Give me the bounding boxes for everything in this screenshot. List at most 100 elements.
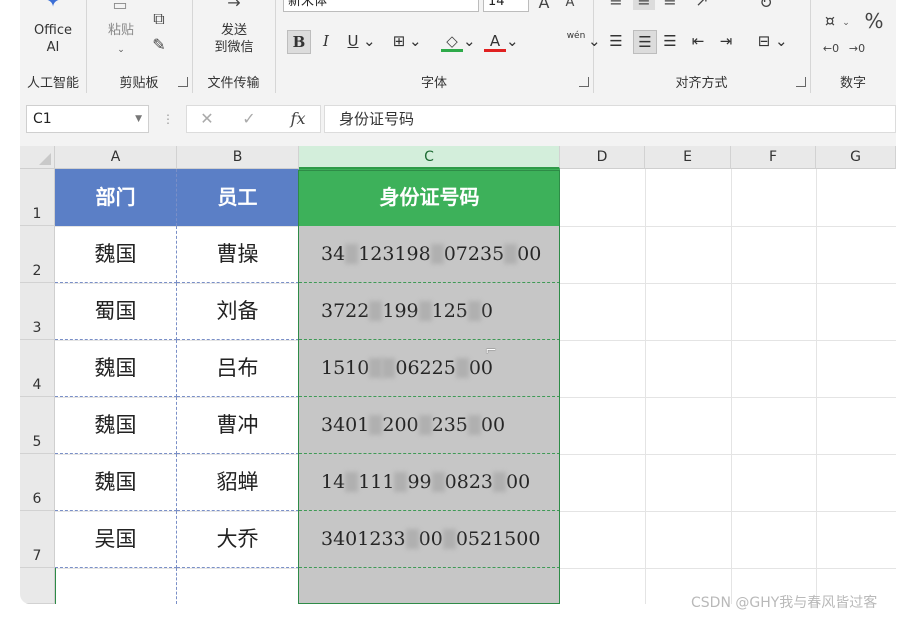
align-center-icon[interactable]: ☰ bbox=[633, 30, 657, 54]
enter-icon[interactable]: ✓ bbox=[237, 110, 261, 128]
employee-cell[interactable]: 大乔 bbox=[177, 511, 299, 568]
dept-cell[interactable]: 吴国 bbox=[55, 511, 177, 568]
font-color-icon[interactable]: A bbox=[484, 30, 506, 52]
font-launcher-icon[interactable] bbox=[579, 77, 589, 87]
office-ai-button[interactable]: Office AI bbox=[24, 22, 82, 56]
clipboard-launcher-icon[interactable] bbox=[178, 77, 188, 87]
align-top-icon[interactable]: ≡ bbox=[605, 0, 627, 10]
formula-input[interactable]: 身份证号码 bbox=[324, 105, 896, 133]
id-number-cell[interactable]: 3722 199 125 0 bbox=[299, 283, 560, 340]
dept-cell[interactable]: 魏国 bbox=[55, 340, 177, 397]
column-header-d[interactable]: D bbox=[560, 146, 645, 169]
header-cell-id-number[interactable]: 身份证号码 bbox=[299, 169, 560, 226]
row-header-5[interactable]: 5 bbox=[20, 397, 55, 454]
employee-cell[interactable]: 貂蝉 bbox=[177, 454, 299, 511]
row-header-8[interactable] bbox=[20, 568, 55, 604]
wrap-text-icon[interactable]: ↻ bbox=[755, 0, 777, 12]
underline-button[interactable]: U bbox=[342, 30, 364, 52]
empty-cell[interactable] bbox=[177, 568, 299, 604]
fill-color-icon[interactable]: ◇ bbox=[441, 30, 463, 52]
empty-selected-cell[interactable] bbox=[299, 568, 560, 604]
cancel-icon[interactable]: ✕ bbox=[195, 110, 219, 128]
id-fragment: 235 bbox=[431, 414, 468, 436]
decrease-font-icon[interactable]: A bbox=[561, 0, 579, 12]
clipboard-icon: ▭ bbox=[112, 0, 128, 14]
id-fragment: 199 bbox=[382, 300, 419, 322]
align-middle-icon[interactable]: ≡ bbox=[633, 0, 655, 10]
dept-cell[interactable]: 魏国 bbox=[55, 226, 177, 283]
employee-cell[interactable]: 吕布 bbox=[177, 340, 299, 397]
select-all-button[interactable] bbox=[20, 146, 55, 169]
row-header-1[interactable]: 1 bbox=[20, 169, 55, 226]
alignment-launcher-icon[interactable] bbox=[796, 77, 806, 87]
font-color-dropdown-icon[interactable]: ⌄ bbox=[506, 30, 519, 52]
dept-cell[interactable]: 蜀国 bbox=[55, 283, 177, 340]
name-box-dropdown-icon[interactable]: ▼ bbox=[135, 106, 142, 132]
dept-cell[interactable]: 魏国 bbox=[55, 454, 177, 511]
row-header-7[interactable]: 7 bbox=[20, 511, 55, 568]
currency-dropdown-icon[interactable]: ⌄ bbox=[840, 14, 852, 32]
redaction-blur bbox=[369, 358, 383, 378]
percent-button[interactable]: % bbox=[862, 11, 886, 31]
dept-cell[interactable]: 魏国 bbox=[55, 397, 177, 454]
employee-cell[interactable]: 曹冲 bbox=[177, 397, 299, 454]
increase-indent-icon[interactable]: ⇥ bbox=[715, 30, 737, 52]
empty-cell[interactable] bbox=[55, 568, 177, 604]
align-bottom-icon[interactable]: ≡ bbox=[659, 0, 681, 10]
name-box[interactable]: C1 ▼ bbox=[26, 105, 149, 133]
increase-font-icon[interactable]: A bbox=[535, 0, 553, 12]
decrease-indent-icon[interactable]: ⇤ bbox=[687, 30, 709, 52]
underline-dropdown-icon[interactable]: ⌄ bbox=[363, 30, 376, 52]
increase-decimal-icon[interactable]: ←0 bbox=[820, 40, 842, 58]
column-header-g[interactable]: G bbox=[816, 146, 896, 169]
merge-dropdown-icon[interactable]: ⌄ bbox=[775, 30, 788, 52]
orientation-icon[interactable]: ↗ bbox=[691, 0, 713, 10]
formula-bar-handle-icon[interactable]: ⋮ bbox=[162, 110, 174, 128]
id-number-cell[interactable]: 3401233 00 0521500 bbox=[299, 511, 560, 568]
id-fragment: 125 bbox=[431, 300, 468, 322]
copy-icon[interactable]: ⧉ bbox=[148, 10, 170, 28]
column-header-c[interactable]: C bbox=[299, 146, 560, 169]
id-number-cell[interactable]: 14 111 99 0823 00 bbox=[299, 454, 560, 511]
redaction-blur bbox=[455, 358, 469, 378]
column-header-a[interactable]: A bbox=[55, 146, 177, 169]
align-left-icon[interactable]: ☰ bbox=[605, 30, 627, 52]
font-name-box[interactable]: 新宋体 bbox=[283, 0, 479, 12]
align-right-icon[interactable]: ☰ bbox=[659, 30, 681, 52]
column-header-f[interactable]: F bbox=[731, 146, 816, 169]
currency-format-icon[interactable]: ¤ bbox=[820, 12, 840, 30]
header-cell-dept[interactable]: 部门 bbox=[55, 169, 177, 226]
id-number-cell[interactable]: 1510 06225 00 bbox=[299, 340, 560, 397]
id-number-cell[interactable]: 3401 200 235 00 bbox=[299, 397, 560, 454]
bold-button[interactable]: B bbox=[287, 30, 311, 54]
paste-dropdown-icon[interactable]: ⌄ bbox=[114, 42, 128, 59]
row-header-6[interactable]: 6 bbox=[20, 454, 55, 511]
border-icon[interactable]: ⊞ bbox=[388, 30, 410, 52]
merge-cells-icon[interactable]: ⊟ bbox=[753, 30, 775, 52]
font-size-box[interactable]: 14 bbox=[483, 0, 529, 12]
format-painter-icon[interactable]: ✎ bbox=[148, 36, 170, 54]
id-fragment: 00 bbox=[517, 243, 542, 265]
id-fragment: 123198 bbox=[358, 243, 431, 265]
redaction-blur bbox=[418, 301, 432, 321]
row-header-2[interactable]: 2 bbox=[20, 226, 55, 283]
send-to-wechat-button[interactable]: 发送 到微信 bbox=[202, 22, 266, 56]
employee-cell[interactable]: 曹操 bbox=[177, 226, 299, 283]
italic-button[interactable]: I bbox=[315, 30, 337, 52]
row-header-3[interactable]: 3 bbox=[20, 283, 55, 340]
header-cell-employee[interactable]: 员工 bbox=[177, 169, 299, 226]
phonetic-guide-icon[interactable]: wén bbox=[564, 30, 588, 52]
employee-cell[interactable]: 刘备 bbox=[177, 283, 299, 340]
font-group-label: 字体 bbox=[420, 76, 447, 91]
row-header-4[interactable]: 4 bbox=[20, 340, 55, 397]
alignment-group: ≡ ≡ ≡ ↗ ↻ ☰ ☰ ☰ ⇤ ⇥ ⊟ ⌄ 对齐方式 bbox=[593, 0, 811, 93]
paste-button[interactable]: 粘贴 bbox=[106, 22, 136, 39]
column-header-e[interactable]: E bbox=[645, 146, 731, 169]
border-dropdown-icon[interactable]: ⌄ bbox=[409, 30, 422, 52]
insert-function-button[interactable]: fx bbox=[283, 110, 313, 128]
fill-color-dropdown-icon[interactable]: ⌄ bbox=[463, 30, 476, 52]
spreadsheet-window: ✦ Office AI 人工智能 ▭ 粘贴 ⌄ ⧉ ✎ 剪贴板 → 发送 到微信… bbox=[20, 0, 896, 604]
id-number-cell[interactable]: 34 123198 07235 00 bbox=[299, 226, 560, 283]
column-header-b[interactable]: B bbox=[177, 146, 299, 169]
decrease-decimal-icon[interactable]: →0 bbox=[846, 40, 868, 58]
